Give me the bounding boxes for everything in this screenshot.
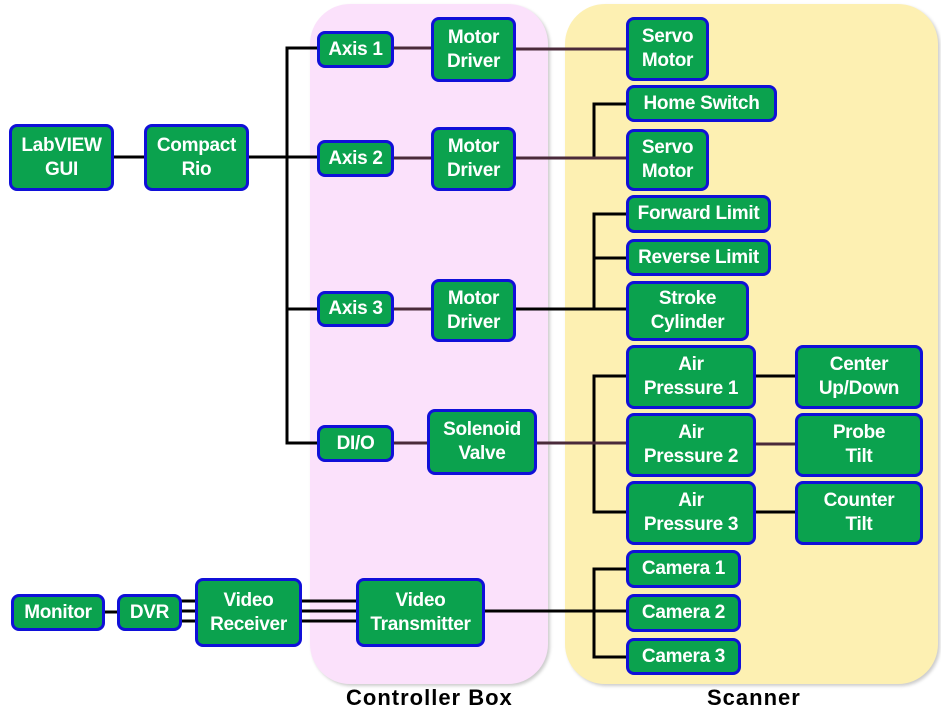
- node-servo-motor-1: Servo Motor: [626, 17, 709, 81]
- node-motor-driver-1: Motor Driver: [431, 17, 516, 82]
- node-compact-rio: Compact Rio: [144, 124, 249, 191]
- node-motor-driver-2: Motor Driver: [431, 127, 516, 191]
- node-axis-1: Axis 1: [317, 31, 394, 68]
- node-home-switch: Home Switch: [626, 85, 777, 122]
- node-reverse-limit: Reverse Limit: [626, 239, 771, 276]
- node-probe-tilt: Probe Tilt: [795, 413, 923, 477]
- node-video-receiver: Video Receiver: [195, 578, 302, 647]
- node-forward-limit: Forward Limit: [626, 195, 771, 233]
- node-labview-gui: LabVIEW GUI: [9, 124, 114, 191]
- node-axis-3: Axis 3: [317, 291, 394, 327]
- scanner-label: Scanner: [707, 685, 801, 710]
- node-camera-2: Camera 2: [626, 594, 741, 632]
- node-motor-driver-3: Motor Driver: [431, 279, 516, 342]
- node-dio: DI/O: [317, 425, 394, 462]
- node-stroke-cylinder: Stroke Cylinder: [626, 281, 749, 341]
- node-solenoid-valve: Solenoid Valve: [427, 409, 537, 475]
- node-air-pressure-2: Air Pressure 2: [626, 413, 756, 477]
- node-servo-motor-2: Servo Motor: [626, 129, 709, 191]
- controller-box-label: Controller Box: [346, 685, 513, 710]
- node-monitor: Monitor: [11, 594, 105, 631]
- node-axis-2: Axis 2: [317, 140, 394, 177]
- node-air-pressure-1: Air Pressure 1: [626, 345, 756, 409]
- node-air-pressure-3: Air Pressure 3: [626, 481, 756, 545]
- node-camera-1: Camera 1: [626, 550, 741, 588]
- node-video-transmitter: Video Transmitter: [356, 578, 485, 647]
- node-camera-3: Camera 3: [626, 638, 741, 675]
- node-counter-tilt: Counter Tilt: [795, 481, 923, 545]
- node-dvr: DVR: [117, 594, 182, 631]
- node-center-up-down: Center Up/Down: [795, 345, 923, 409]
